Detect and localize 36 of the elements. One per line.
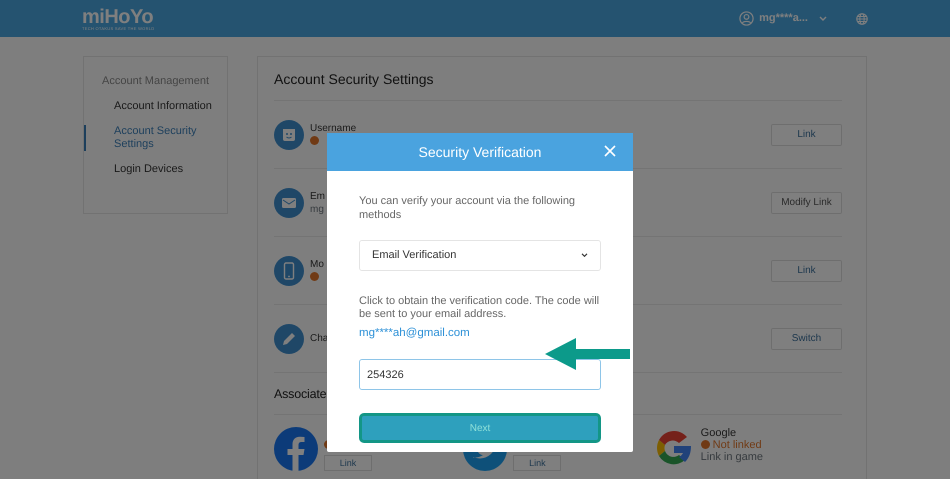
sidebar-item[interactable]: Login Devices <box>84 163 227 176</box>
row-title: Username <box>310 122 356 134</box>
face-icon <box>274 120 304 150</box>
chevron-down-icon[interactable] <box>581 253 588 258</box>
intro-text: You can verify your account via the following methods <box>359 194 576 222</box>
link-button[interactable]: Link <box>324 454 372 471</box>
row-title: Em <box>310 190 325 202</box>
sidebar-item[interactable]: Account Security Settings <box>84 125 227 151</box>
email-address: mg****ah@gmail.com <box>359 326 471 341</box>
row-button[interactable]: Link <box>771 124 842 146</box>
section-title: Account Security Settings <box>274 69 842 101</box>
next-button[interactable]: Next <box>359 413 601 444</box>
sidebar-heading: Account Management <box>101 75 210 88</box>
row-detail: mg <box>310 204 324 214</box>
username-menu[interactable]: mg****a... <box>759 10 808 27</box>
row-button[interactable]: Switch <box>771 328 842 350</box>
row-button[interactable]: Link <box>771 260 842 282</box>
code-input[interactable]: 254326 <box>359 359 601 390</box>
status-text: Not linked <box>712 438 762 451</box>
sidebar-item[interactable]: Account Information <box>84 100 227 113</box>
phone-icon <box>274 256 304 286</box>
row-title: Mo <box>310 258 324 270</box>
account-name: Google <box>700 426 738 439</box>
pencil-icon <box>274 324 304 354</box>
instruction-text: Click to obtain the verification code. The code will be sent to your email address. <box>359 295 600 321</box>
globe-icon[interactable] <box>856 12 868 24</box>
link-button[interactable]: Link <box>513 454 562 471</box>
close-button[interactable] <box>603 144 617 158</box>
facebook-logo <box>274 426 318 471</box>
user-icon <box>739 11 754 26</box>
row-button[interactable]: Modify Link <box>771 192 842 214</box>
envelope-icon <box>274 188 304 218</box>
link-note: Link in game <box>700 450 764 463</box>
dialog-title: Security Verification <box>418 142 542 162</box>
method-select[interactable]: Email Verification <box>359 240 601 271</box>
logo[interactable]: miHoYo <box>82 6 154 26</box>
